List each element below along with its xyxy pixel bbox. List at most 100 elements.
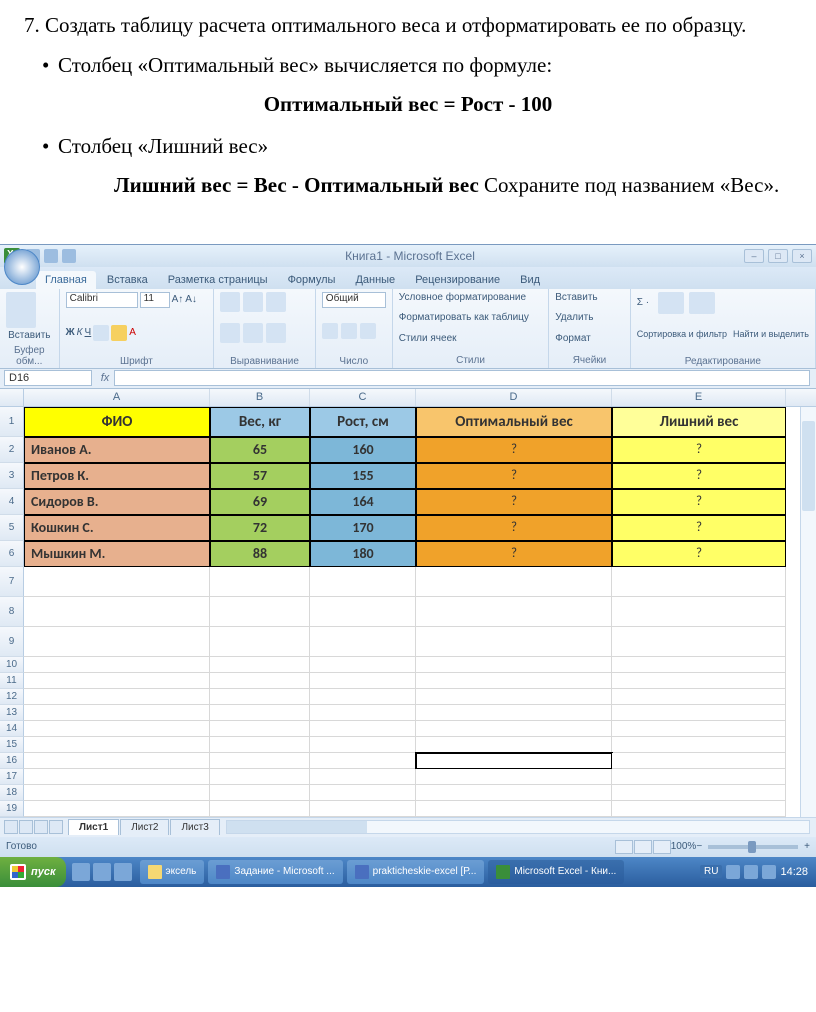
sheet-tab-1[interactable]: Лист1 xyxy=(68,819,119,835)
insert-cells-btn[interactable]: Вставить xyxy=(555,292,624,303)
cell-A1[interactable]: ФИО xyxy=(24,407,210,437)
comma-icon[interactable] xyxy=(360,323,376,339)
cell-C11[interactable] xyxy=(310,673,416,689)
tray-icon-3[interactable] xyxy=(762,865,776,879)
zoom-in-icon[interactable]: + xyxy=(804,841,810,852)
cell-E8[interactable] xyxy=(612,597,786,627)
row-header-9[interactable]: 9 xyxy=(0,627,24,657)
cell-E15[interactable] xyxy=(612,737,786,753)
align-bottom-icon[interactable] xyxy=(266,292,286,312)
italic-icon[interactable]: К xyxy=(77,327,83,338)
align-middle-icon[interactable] xyxy=(243,292,263,312)
cell-B16[interactable] xyxy=(210,753,310,769)
redo-icon[interactable] xyxy=(62,249,76,263)
cell-A12[interactable] xyxy=(24,689,210,705)
cell-C17[interactable] xyxy=(310,769,416,785)
fx-icon[interactable]: fx xyxy=(96,372,114,384)
cell-D3[interactable]: ? xyxy=(416,463,612,489)
cell-B15[interactable] xyxy=(210,737,310,753)
decrease-font-icon[interactable]: A↓ xyxy=(185,294,197,305)
font-name-select[interactable]: Calibri xyxy=(66,292,138,308)
font-size-select[interactable]: 11 xyxy=(140,292,170,308)
tab-formulas[interactable]: Формулы xyxy=(279,271,345,289)
cell-C12[interactable] xyxy=(310,689,416,705)
format-table-btn[interactable]: Форматировать как таблицу xyxy=(399,312,542,323)
cell-E17[interactable] xyxy=(612,769,786,785)
quick-launch-icon-3[interactable] xyxy=(114,863,132,881)
format-cells-btn[interactable]: Формат xyxy=(555,333,624,344)
taskbar-item-folder[interactable]: эксель xyxy=(140,860,205,884)
taskbar-item-excel[interactable]: Microsoft Excel - Кни... xyxy=(488,860,624,884)
undo-icon[interactable] xyxy=(44,249,58,263)
cell-C19[interactable] xyxy=(310,801,416,817)
cell-B6[interactable]: 88 xyxy=(210,541,310,567)
col-header-D[interactable]: D xyxy=(416,389,612,406)
row-header-6[interactable]: 6 xyxy=(0,541,24,567)
cell-B3[interactable]: 57 xyxy=(210,463,310,489)
cell-E9[interactable] xyxy=(612,627,786,657)
col-header-E[interactable]: E xyxy=(612,389,786,406)
row-header-15[interactable]: 15 xyxy=(0,737,24,753)
tab-data[interactable]: Данные xyxy=(346,271,404,289)
delete-cells-btn[interactable]: Удалить xyxy=(555,312,624,323)
tab-home[interactable]: Главная xyxy=(36,271,96,289)
cell-C8[interactable] xyxy=(310,597,416,627)
cell-E14[interactable] xyxy=(612,721,786,737)
row-header-4[interactable]: 4 xyxy=(0,489,24,515)
taskbar-item-word-1[interactable]: Задание - Microsoft ... xyxy=(208,860,342,884)
close-button[interactable]: × xyxy=(792,249,812,263)
cell-A3[interactable]: Петров К. xyxy=(24,463,210,489)
autosum-icon[interactable]: Σ · xyxy=(637,297,649,308)
select-all-corner[interactable] xyxy=(0,389,24,406)
tab-view[interactable]: Вид xyxy=(511,271,549,289)
cell-C9[interactable] xyxy=(310,627,416,657)
row-header-13[interactable]: 13 xyxy=(0,705,24,721)
language-indicator[interactable]: RU xyxy=(700,865,722,878)
cell-E12[interactable] xyxy=(612,689,786,705)
align-left-icon[interactable] xyxy=(220,323,240,343)
cell-E10[interactable] xyxy=(612,657,786,673)
cell-B18[interactable] xyxy=(210,785,310,801)
paste-icon[interactable] xyxy=(6,292,36,328)
cell-B7[interactable] xyxy=(210,567,310,597)
sheet-first-icon[interactable] xyxy=(4,820,18,834)
cell-B11[interactable] xyxy=(210,673,310,689)
cell-A4[interactable]: Сидоров В. xyxy=(24,489,210,515)
sheet-prev-icon[interactable] xyxy=(19,820,33,834)
underline-icon[interactable]: Ч xyxy=(85,327,92,338)
vertical-scrollbar[interactable] xyxy=(800,407,816,817)
quick-launch-icon-1[interactable] xyxy=(72,863,90,881)
zoom-percent[interactable]: 100% xyxy=(671,841,697,852)
tray-icon-2[interactable] xyxy=(744,865,758,879)
cell-C18[interactable] xyxy=(310,785,416,801)
row-header-11[interactable]: 11 xyxy=(0,673,24,689)
currency-icon[interactable] xyxy=(322,323,338,339)
sheet-nav[interactable] xyxy=(0,820,67,834)
cell-A16[interactable] xyxy=(24,753,210,769)
cond-format-btn[interactable]: Условное форматирование xyxy=(399,292,542,303)
cell-D7[interactable] xyxy=(416,567,612,597)
cell-E2[interactable]: ? xyxy=(612,437,786,463)
cell-B19[interactable] xyxy=(210,801,310,817)
cell-B12[interactable] xyxy=(210,689,310,705)
cell-styles-btn[interactable]: Стили ячеек xyxy=(399,333,542,344)
cell-A6[interactable]: Мышкин М. xyxy=(24,541,210,567)
row-header-17[interactable]: 17 xyxy=(0,769,24,785)
cell-C1[interactable]: Рост, см xyxy=(310,407,416,437)
cell-E5[interactable]: ? xyxy=(612,515,786,541)
cell-A5[interactable]: Кошкин С. xyxy=(24,515,210,541)
cell-E11[interactable] xyxy=(612,673,786,689)
view-layout-icon[interactable] xyxy=(634,840,652,854)
sheet-next-icon[interactable] xyxy=(34,820,48,834)
cell-C15[interactable] xyxy=(310,737,416,753)
cell-B13[interactable] xyxy=(210,705,310,721)
cell-B10[interactable] xyxy=(210,657,310,673)
cell-A11[interactable] xyxy=(24,673,210,689)
cell-B5[interactable]: 72 xyxy=(210,515,310,541)
cell-C5[interactable]: 170 xyxy=(310,515,416,541)
cell-D6[interactable]: ? xyxy=(416,541,612,567)
align-top-icon[interactable] xyxy=(220,292,240,312)
cell-D12[interactable] xyxy=(416,689,612,705)
cell-B8[interactable] xyxy=(210,597,310,627)
col-header-C[interactable]: C xyxy=(310,389,416,406)
